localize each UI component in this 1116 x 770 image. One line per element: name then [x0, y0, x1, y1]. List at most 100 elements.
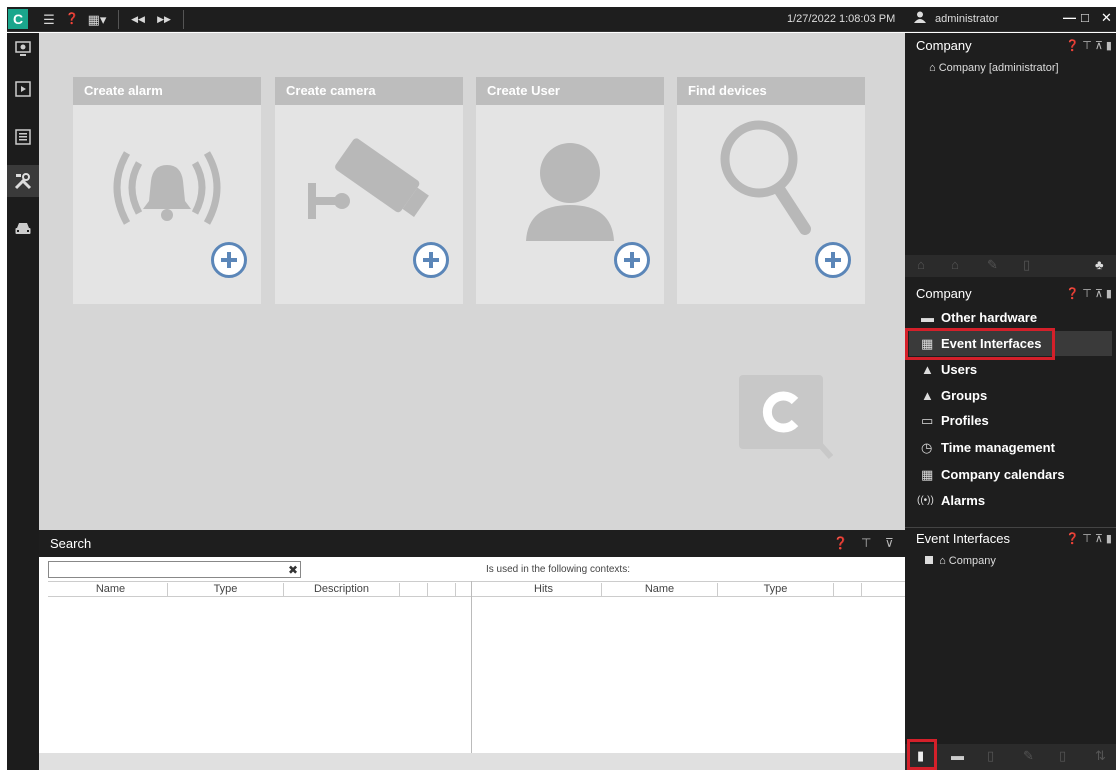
- edit-icon[interactable]: ✎: [1023, 748, 1034, 764]
- tree-toolbar: ⌂ ⌂ ✎ ▯ ♣: [905, 255, 1116, 277]
- list-item-other-hardware[interactable]: ▬ Other hardware: [909, 305, 1112, 330]
- clock-icon: ◷: [921, 440, 933, 455]
- home-add-icon[interactable]: ⌂: [917, 257, 925, 272]
- col-header[interactable]: Description: [284, 583, 400, 597]
- monitor-icon: ▬: [921, 310, 934, 325]
- add-icon[interactable]: [413, 242, 449, 278]
- col-header[interactable]: Name: [602, 583, 718, 597]
- list-item-alarms[interactable]: ((•)) Alarms: [909, 488, 1112, 513]
- back-icon[interactable]: ◀◀: [127, 10, 149, 29]
- checkbox-icon[interactable]: [925, 556, 933, 564]
- layout-icon[interactable]: ▦▾: [83, 10, 111, 29]
- splitter[interactable]: [471, 581, 472, 753]
- add-icon[interactable]: [815, 242, 851, 278]
- minimize-button[interactable]: —: [1063, 10, 1076, 25]
- list-item-label: Profiles: [941, 413, 989, 428]
- dropdown-icon[interactable]: ⊽: [885, 530, 894, 557]
- col-header[interactable]: Name: [54, 583, 168, 597]
- help-icon[interactable]: ❓: [63, 10, 81, 29]
- tile-title: Create camera: [275, 77, 463, 105]
- find-devices-tile[interactable]: Find devices: [677, 77, 865, 304]
- list-item-time-management[interactable]: ◷ Time management: [909, 435, 1112, 460]
- highlight-box: [907, 739, 937, 770]
- main-dashboard: Create alarm Create camera Create User F…: [39, 33, 905, 530]
- app-logo: C: [8, 9, 28, 29]
- event-interfaces-header: Event Interfaces ❓ ⊤ ⊼ ▮: [905, 527, 1116, 549]
- company-tree-header: Company ❓ ⊤ ⊼ ▮: [905, 35, 1116, 57]
- panel-title: Event Interfaces: [916, 531, 1010, 546]
- col-header[interactable]: Hits: [486, 583, 602, 597]
- username[interactable]: administrator: [935, 13, 999, 25]
- list-item-label: Time management: [941, 440, 1055, 455]
- panel-controls[interactable]: ❓ ⊤ ⊼ ▮: [1065, 283, 1112, 305]
- profile-card-icon: ▭: [921, 413, 934, 428]
- group-icon: ▲: [921, 388, 934, 403]
- highlight-box: [905, 328, 1055, 360]
- maximize-button[interactable]: □: [1081, 10, 1089, 25]
- home-icon: ⌂: [939, 555, 946, 567]
- tile-title: Create User: [476, 77, 664, 105]
- col-header[interactable]: [400, 583, 428, 597]
- create-user-tile[interactable]: Create User: [476, 77, 664, 304]
- car-icon[interactable]: [7, 213, 39, 245]
- list-item-company-calendars[interactable]: ▦ Company calendars: [909, 462, 1112, 487]
- panel-title: Company: [916, 286, 972, 301]
- panel-controls[interactable]: ❓ ⊤ ⊼ ▮: [1065, 528, 1112, 550]
- results-header: Name Type Description: [48, 581, 471, 597]
- col-header[interactable]: Type: [168, 583, 284, 597]
- home-icon[interactable]: ⌂: [951, 257, 959, 272]
- event-list-icon[interactable]: [7, 121, 39, 153]
- toolbar-divider: [183, 10, 184, 29]
- hierarchy-icon[interactable]: ♣: [1095, 257, 1104, 272]
- list-item-label: Alarms: [941, 493, 986, 508]
- video-player-icon[interactable]: [7, 73, 39, 105]
- panel-title: Company: [916, 38, 972, 53]
- company-tree-node[interactable]: ⌂ Company [administrator]: [929, 62, 1059, 74]
- list-item-label: Users: [941, 362, 978, 377]
- col-header[interactable]: [428, 583, 456, 597]
- event-interface-tree-node[interactable]: ⌂ Company: [925, 555, 996, 567]
- user-icon: [913, 10, 927, 29]
- copy-icon[interactable]: ▯: [987, 748, 994, 764]
- col-header[interactable]: [834, 583, 862, 597]
- add-icon[interactable]: [211, 242, 247, 278]
- list-item-label: Other hardware: [941, 310, 1038, 325]
- edit-icon[interactable]: ✎: [987, 257, 998, 273]
- clear-search-icon[interactable]: ✖: [288, 563, 298, 577]
- home-icon: ⌂: [929, 62, 936, 74]
- delete-icon[interactable]: ▯: [1023, 257, 1030, 273]
- help-icon[interactable]: ❓: [833, 530, 848, 557]
- sort-icon[interactable]: ⇅: [1095, 748, 1106, 764]
- right-panels: Company ❓ ⊤ ⊼ ▮ ⌂ Company [administrator…: [905, 33, 1116, 770]
- create-camera-tile[interactable]: Create camera: [275, 77, 463, 304]
- alarm-icon: ((•)): [917, 495, 934, 506]
- search-header: Search ❓ ⊤ ⊽: [39, 530, 905, 557]
- forward-icon[interactable]: ▶▶: [153, 10, 175, 29]
- menu-icon[interactable]: ☰: [39, 10, 59, 29]
- tile-title: Find devices: [677, 77, 865, 105]
- calendar-icon: ▦: [921, 467, 934, 482]
- delete-icon[interactable]: ▯: [1059, 748, 1066, 764]
- pin-icon[interactable]: ⊤: [861, 530, 871, 557]
- create-alarm-tile[interactable]: Create alarm: [73, 77, 261, 304]
- toolbar-divider: [118, 10, 119, 29]
- col-header[interactable]: Type: [718, 583, 834, 597]
- monitor-icon[interactable]: [7, 33, 39, 65]
- add-folder-icon[interactable]: ▬: [951, 748, 964, 763]
- add-icon[interactable]: [614, 242, 650, 278]
- title-bar: C ☰ ❓ ▦▾ ◀◀ ▶▶ 1/27/2022 1:08:03 PM admi…: [7, 7, 1116, 32]
- list-item-label: Company calendars: [941, 467, 1065, 482]
- watermark-logo: [739, 375, 835, 468]
- panel-controls[interactable]: ❓ ⊤ ⊼ ▮: [1065, 35, 1112, 57]
- list-item-profiles[interactable]: ▭ Profiles: [909, 408, 1112, 433]
- close-button[interactable]: ✕: [1101, 10, 1112, 26]
- list-item-groups[interactable]: ▲ Groups: [909, 383, 1112, 408]
- list-item-users[interactable]: ▲ Users: [909, 357, 1112, 382]
- tools-icon[interactable]: [7, 165, 39, 197]
- list-item-label: Groups: [941, 388, 988, 403]
- search-input[interactable]: [48, 561, 301, 578]
- search-title: Search: [50, 536, 92, 551]
- user-icon: ▲: [921, 362, 934, 377]
- tree-node-label: Company [administrator]: [938, 62, 1059, 74]
- left-nav: [7, 33, 39, 770]
